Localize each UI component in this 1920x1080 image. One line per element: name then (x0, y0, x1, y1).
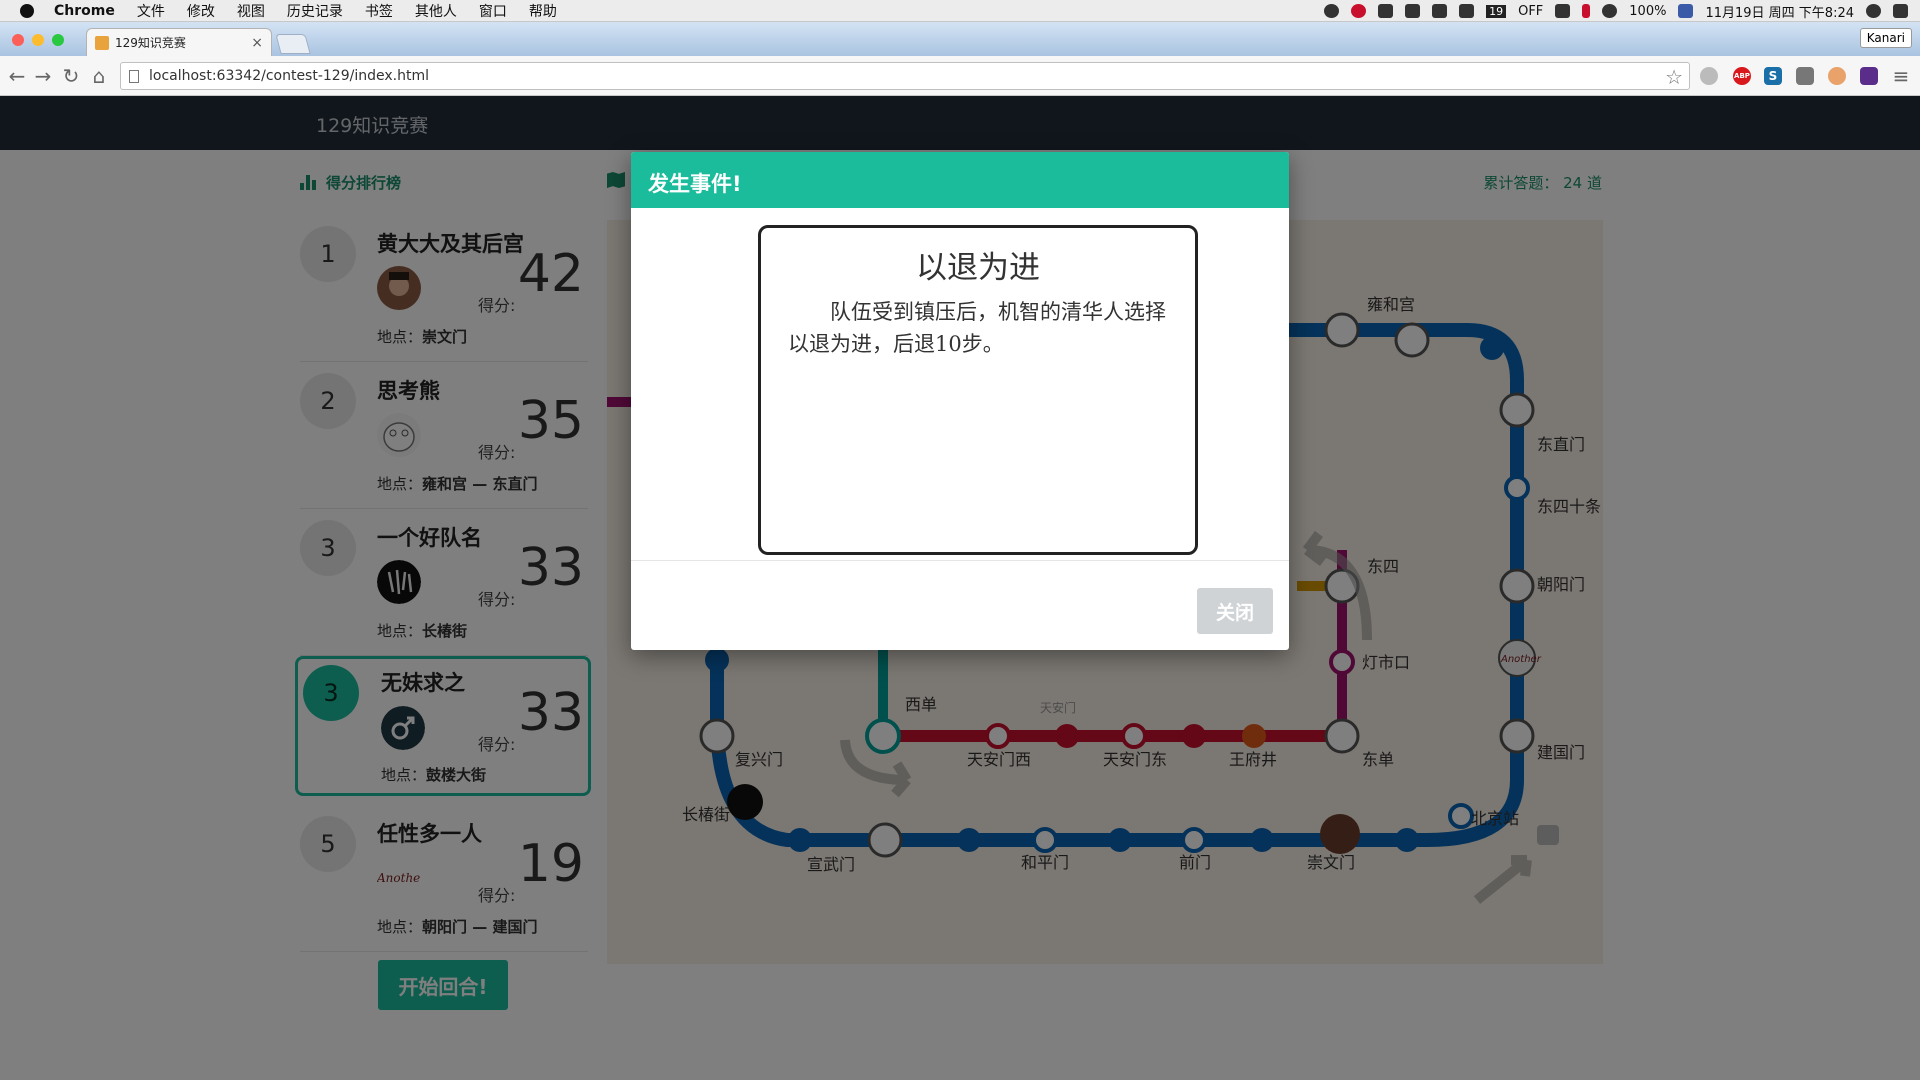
tab-active[interactable]: 129知识竞赛 × (86, 28, 272, 56)
badge-count[interactable]: 19 (1486, 4, 1507, 18)
url-text[interactable]: localhost:63342/contest-129/index.html (149, 68, 429, 84)
modal-title: 发生事件! (631, 152, 1289, 208)
event-card: 以退为进 队伍受到镇压后，机智的清华人选择以退为进，后退10步。 (758, 225, 1198, 555)
minimize-window-button[interactable] (32, 34, 44, 46)
zoom-window-button[interactable] (52, 34, 64, 46)
event-description: 队伍受到镇压后，机智的清华人选择以退为进，后退10步。 (788, 300, 1166, 356)
extension-check-icon[interactable] (1860, 67, 1878, 85)
menu-help[interactable]: 帮助 (529, 1, 557, 21)
volume-icon[interactable] (1378, 4, 1394, 18)
new-tab-button[interactable] (275, 34, 311, 54)
address-bar[interactable]: localhost:63342/contest-129/index.html ☆ (120, 62, 1690, 90)
extension-doc-icon[interactable] (1796, 67, 1814, 85)
app-menu[interactable]: Chrome (54, 3, 115, 19)
close-window-button[interactable] (12, 34, 24, 46)
extension-globe-icon[interactable] (1700, 67, 1718, 85)
menu-bookmarks[interactable]: 书签 (365, 1, 393, 21)
menu-view[interactable]: 视图 (237, 1, 265, 21)
tab-title: 129知识竞赛 (115, 36, 186, 50)
send-icon[interactable] (1555, 4, 1571, 18)
extension-s-icon[interactable]: S (1764, 67, 1782, 85)
clock[interactable]: 11月19日 周四 下午8:24 (1705, 2, 1854, 21)
menu-window[interactable]: 窗口 (479, 1, 507, 21)
apple-icon[interactable] (20, 3, 34, 18)
reload-icon[interactable]: ↻ (60, 64, 82, 88)
event-modal: 发生事件! 以退为进 队伍受到镇压后，机智的清华人选择以退为进，后退10步。 关… (631, 152, 1289, 650)
close-button[interactable]: 关闭 (1197, 588, 1273, 634)
browser-toolbar: ← → ↻ ⌂ localhost:63342/contest-129/inde… (0, 56, 1920, 96)
home-icon[interactable]: ⌂ (88, 64, 110, 88)
page-icon (129, 70, 139, 83)
status-app-icon[interactable] (1324, 4, 1340, 18)
event-title: 以退为进 (916, 250, 1040, 286)
menu-people[interactable]: 其他人 (415, 1, 457, 21)
back-icon[interactable]: ← (6, 64, 28, 88)
flag-icon[interactable] (1678, 4, 1694, 18)
status-area: 19 OFF 100% 11月19日 周四 下午8:24 (1324, 0, 1908, 22)
extension-avatar-icon[interactable] (1828, 67, 1846, 85)
menu-history[interactable]: 历史记录 (287, 1, 343, 21)
shield-icon[interactable] (1351, 4, 1367, 18)
battery-percent[interactable]: 100% (1629, 4, 1666, 19)
modal-body: 以退为进 队伍受到镇压后，机智的清华人选择以退为进，后退10步。 (631, 208, 1289, 561)
menu-file[interactable]: 文件 (137, 1, 165, 21)
search-icon[interactable] (1866, 4, 1881, 18)
forward-icon[interactable]: → (32, 64, 54, 88)
os-menu-bar: Chrome 文件 修改 视图 历史记录 书签 其他人 窗口 帮助 19 OFF… (0, 0, 1920, 22)
bell-icon[interactable] (1459, 4, 1475, 18)
tab-strip: 129知识竞赛 × Kanari (0, 22, 1920, 56)
battery-app-icon[interactable] (1432, 4, 1448, 18)
pause-icon[interactable] (1582, 4, 1591, 18)
adblock-icon[interactable]: ABP (1733, 67, 1751, 85)
tab-close-icon[interactable]: × (251, 35, 263, 51)
menu-list-icon[interactable] (1893, 4, 1908, 18)
airplay-icon[interactable] (1405, 4, 1421, 18)
profile-button[interactable]: Kanari (1859, 28, 1912, 48)
toggle-off-label[interactable]: OFF (1518, 4, 1543, 19)
chrome-menu-icon[interactable]: ≡ (1890, 64, 1912, 88)
bookmark-star-icon[interactable]: ☆ (1665, 65, 1683, 89)
favicon-icon (95, 35, 109, 50)
wifi-icon[interactable] (1602, 4, 1618, 18)
menu-edit[interactable]: 修改 (187, 1, 215, 21)
